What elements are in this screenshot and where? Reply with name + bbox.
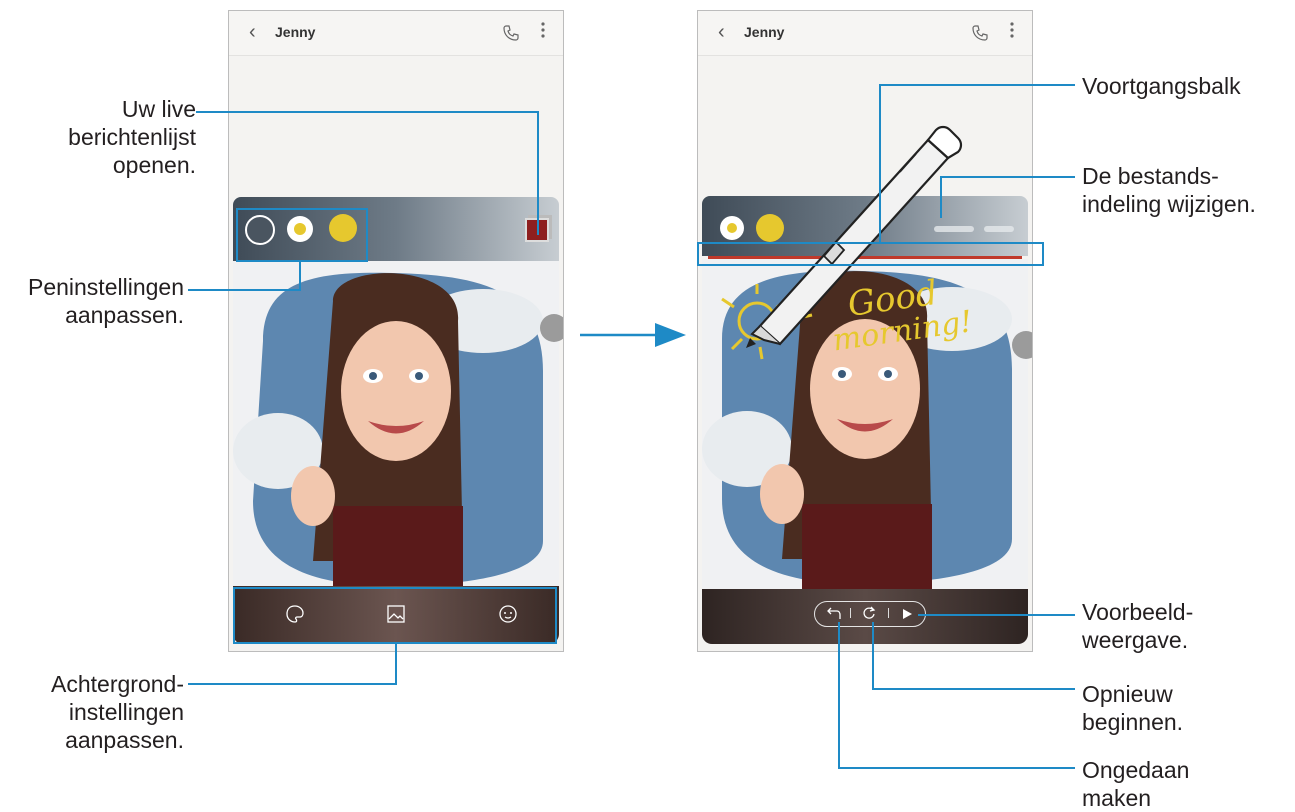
callout-live-list: Uw live berichtenlijst openen. [60, 95, 196, 179]
connector-line [940, 176, 1075, 178]
callout-line: openen. [112, 152, 196, 178]
callout-line: Voorbeeld- [1082, 599, 1194, 625]
callout-background-settings: Achtergrond- instellingen aanpassen. [0, 670, 184, 754]
callout-line: berichtenlijst [68, 124, 196, 150]
divider [888, 608, 889, 618]
connector-line [838, 767, 1075, 769]
callout-line: Uw live [121, 96, 196, 122]
callout-line: maken [1082, 785, 1152, 811]
callout-line: Opnieuw [1082, 681, 1173, 707]
callout-line: indeling wijzigen. [1082, 191, 1256, 217]
phone-icon[interactable] [503, 25, 519, 46]
connector-line [299, 260, 301, 291]
message-header: ‹ Jenny [229, 11, 563, 56]
connector-line [838, 622, 840, 769]
highlight-pen-settings [236, 208, 368, 262]
save-button[interactable] [984, 226, 1014, 232]
pen-edit-icon[interactable] [540, 314, 563, 342]
callout-file-format: De bestands- indeling wijzigen. [1082, 162, 1256, 218]
phone-screen-editor: ‹ Jenny [228, 10, 564, 652]
phone-icon[interactable] [972, 25, 988, 46]
connector-line [879, 84, 881, 242]
connector-line [395, 642, 397, 685]
chevron-left-icon[interactable]: ‹ [249, 21, 256, 44]
play-icon[interactable] [901, 607, 913, 625]
connector-line [879, 84, 1075, 86]
connector-line [537, 111, 539, 235]
callout-line: Peninstellingen [27, 274, 184, 300]
canvas[interactable] [233, 261, 559, 586]
connector-line [940, 176, 942, 218]
callout-progress-bar: Voortgangsbalk [1082, 72, 1241, 100]
connector-line [872, 688, 1075, 690]
contact-name: Jenny [275, 24, 316, 40]
arrow-right-icon [580, 323, 686, 347]
connector-line [188, 683, 397, 685]
callout-line: aanpassen. [65, 727, 184, 753]
highlight-progress-bar [697, 242, 1044, 266]
callout-line: aanpassen. [65, 302, 184, 328]
callout-line: weergave. [1082, 627, 1189, 653]
callout-preview: Voorbeeld- weergave. [1082, 598, 1193, 654]
more-vertical-icon[interactable] [1010, 22, 1014, 38]
divider [850, 608, 851, 618]
callout-restart: Opnieuw beginnen. [1082, 680, 1183, 736]
callout-line: De bestands- [1082, 163, 1219, 189]
highlight-background-toolbar [233, 587, 557, 644]
connector-line [918, 614, 1075, 616]
callout-line: Achtergrond- [51, 671, 184, 697]
callout-line: beginnen. [1082, 709, 1184, 735]
connector-line [188, 289, 301, 291]
s-pen-stylus [746, 125, 963, 348]
playback-controls [814, 601, 926, 627]
callout-pen-settings: Peninstellingen aanpassen. [0, 273, 184, 329]
playback-toolbar [702, 589, 1028, 644]
callout-line: instellingen [68, 699, 184, 725]
callout-line: Ongedaan [1082, 757, 1190, 783]
chevron-left-icon[interactable]: ‹ [718, 21, 725, 44]
connector-line [196, 111, 539, 113]
callout-line: Voortgangsbalk [1082, 73, 1241, 99]
connector-line [872, 622, 874, 690]
callout-undo: Ongedaan maken [1082, 756, 1189, 812]
contact-name: Jenny [744, 24, 785, 40]
pen-edit-icon[interactable] [1012, 331, 1032, 359]
more-vertical-icon[interactable] [541, 22, 545, 38]
message-header: ‹ Jenny [698, 11, 1032, 56]
